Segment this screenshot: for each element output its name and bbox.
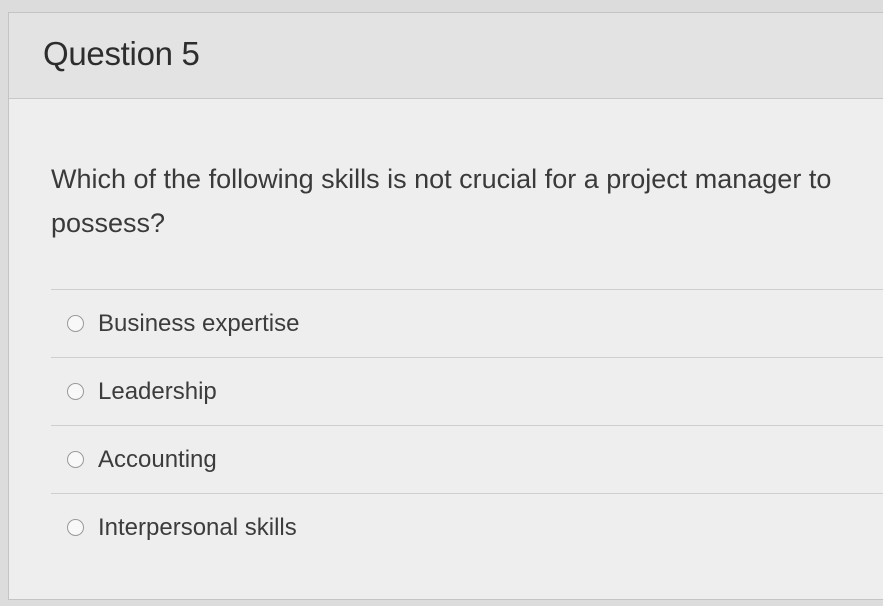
question-text: Which of the following skills is not cru…	[51, 164, 832, 238]
radio-button-icon[interactable]	[67, 451, 84, 468]
answer-label: Business expertise	[98, 309, 300, 337]
question-header: Question 5	[9, 13, 883, 99]
answer-option-business-expertise[interactable]: Business expertise	[51, 289, 883, 357]
answer-label: Leadership	[98, 377, 217, 405]
answer-list: Business expertise Leadership Accounting…	[51, 289, 883, 561]
radio-button-icon[interactable]	[67, 315, 84, 332]
answer-label: Interpersonal skills	[98, 513, 297, 541]
answer-option-leadership[interactable]: Leadership	[51, 357, 883, 425]
answer-option-interpersonal-skills[interactable]: Interpersonal skills	[51, 493, 883, 561]
radio-button-icon[interactable]	[67, 383, 84, 400]
radio-button-icon[interactable]	[67, 519, 84, 536]
answer-label: Accounting	[98, 445, 217, 473]
answer-option-accounting[interactable]: Accounting	[51, 425, 883, 493]
question-title: Question 5	[43, 35, 200, 72]
question-card: Question 5 Which of the following skills…	[8, 12, 883, 600]
